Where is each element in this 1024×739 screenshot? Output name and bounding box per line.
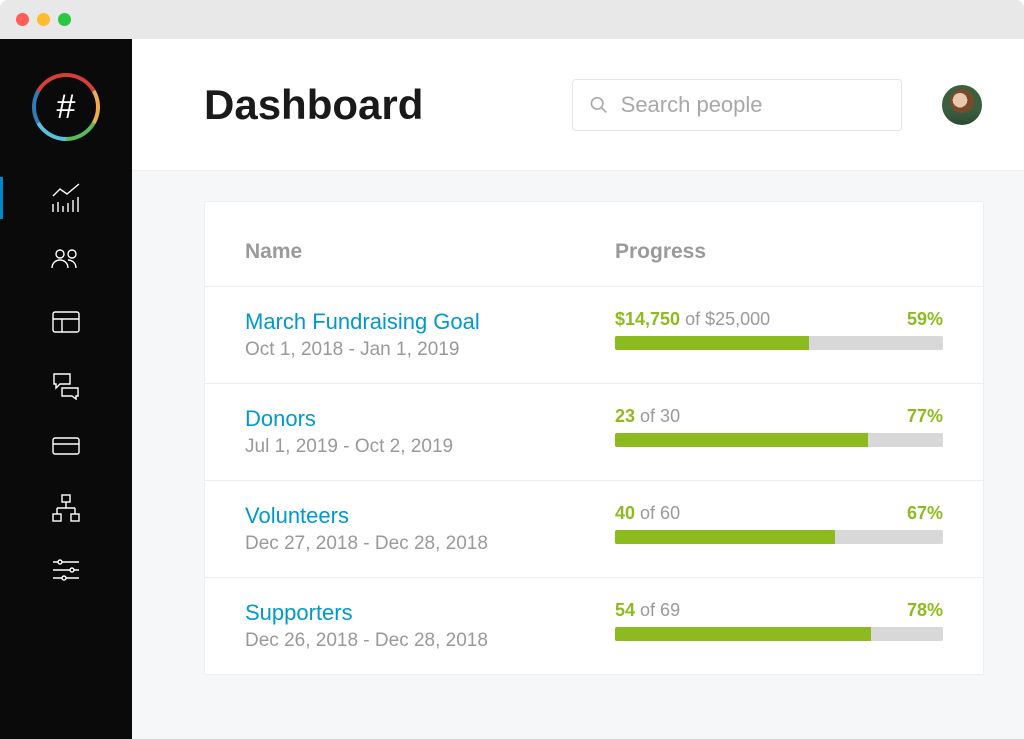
analytics-icon xyxy=(50,182,82,214)
progress-bar xyxy=(615,433,943,447)
people-icon xyxy=(50,244,82,276)
progress-percent: 77% xyxy=(907,406,943,427)
progress-percent: 67% xyxy=(907,503,943,524)
goal-date: Dec 27, 2018 - Dec 28, 2018 xyxy=(245,533,615,555)
table-row: March Fundraising Goal Oct 1, 2018 - Jan… xyxy=(205,286,983,383)
nav-settings[interactable] xyxy=(0,539,132,601)
progress-bar xyxy=(615,336,943,350)
table-row: Supporters Dec 26, 2018 - Dec 28, 2018 5… xyxy=(205,577,983,674)
table-row: Donors Jul 1, 2019 - Oct 2, 2019 23 of 3… xyxy=(205,383,983,480)
goal-link[interactable]: Supporters xyxy=(245,600,615,626)
goal-date: Jul 1, 2019 - Oct 2, 2019 xyxy=(245,436,615,458)
progress-meta: 40 of 60 67% xyxy=(615,503,943,524)
goal-link[interactable]: Donors xyxy=(245,406,615,432)
nav-dashboard[interactable] xyxy=(0,167,132,229)
goals-panel: Name Progress March Fundraising Goal Oct… xyxy=(204,201,984,675)
header: Dashboard xyxy=(132,39,1024,171)
progress-current: 40 xyxy=(615,503,635,523)
table-header: Name Progress xyxy=(205,202,983,286)
progress-target: of $25,000 xyxy=(685,309,770,329)
progress-current: 54 xyxy=(615,600,635,620)
nav-nations[interactable] xyxy=(0,477,132,539)
progress-percent: 59% xyxy=(907,309,943,330)
nav xyxy=(0,167,132,601)
progress-percent: 78% xyxy=(907,600,943,621)
goal-link[interactable]: March Fundraising Goal xyxy=(245,309,615,335)
progress-current: 23 xyxy=(615,406,635,426)
col-progress-heading: Progress xyxy=(615,240,706,263)
progress-target: of 60 xyxy=(640,503,680,523)
table-row: Volunteers Dec 27, 2018 - Dec 28, 2018 4… xyxy=(205,480,983,577)
nav-people[interactable] xyxy=(0,229,132,291)
col-name-heading: Name xyxy=(245,240,302,263)
progress-target: of 30 xyxy=(640,406,680,426)
app-body: # xyxy=(0,39,1024,739)
goal-date: Dec 26, 2018 - Dec 28, 2018 xyxy=(245,630,615,652)
progress-meta: 54 of 69 78% xyxy=(615,600,943,621)
page-title: Dashboard xyxy=(204,81,423,129)
layout-icon xyxy=(50,306,82,338)
avatar[interactable] xyxy=(940,83,984,127)
progress-meta: 23 of 30 77% xyxy=(615,406,943,427)
hash-icon: # xyxy=(57,90,76,124)
app-window: # xyxy=(0,0,1024,739)
main: Dashboard Name Progress xyxy=(132,39,1024,739)
close-window-icon[interactable] xyxy=(16,13,29,26)
progress-target: of 69 xyxy=(640,600,680,620)
goal-link[interactable]: Volunteers xyxy=(245,503,615,529)
content: Name Progress March Fundraising Goal Oct… xyxy=(132,171,1024,739)
maximize-window-icon[interactable] xyxy=(58,13,71,26)
sliders-icon xyxy=(50,554,82,586)
org-chart-icon xyxy=(50,492,82,524)
chat-icon xyxy=(50,368,82,400)
logo[interactable]: # xyxy=(0,39,132,167)
goal-date: Oct 1, 2018 - Jan 1, 2019 xyxy=(245,339,615,361)
titlebar xyxy=(0,0,1024,39)
minimize-window-icon[interactable] xyxy=(37,13,50,26)
search-icon xyxy=(589,94,609,116)
nav-finances[interactable] xyxy=(0,415,132,477)
progress-meta: $14,750 of $25,000 59% xyxy=(615,309,943,330)
search-input[interactable] xyxy=(621,92,885,118)
sidebar: # xyxy=(0,39,132,739)
progress-bar xyxy=(615,530,943,544)
nav-website[interactable] xyxy=(0,291,132,353)
card-icon xyxy=(50,430,82,462)
progress-current: $14,750 xyxy=(615,309,680,329)
search-box[interactable] xyxy=(572,79,902,131)
progress-bar xyxy=(615,627,943,641)
nav-communication[interactable] xyxy=(0,353,132,415)
